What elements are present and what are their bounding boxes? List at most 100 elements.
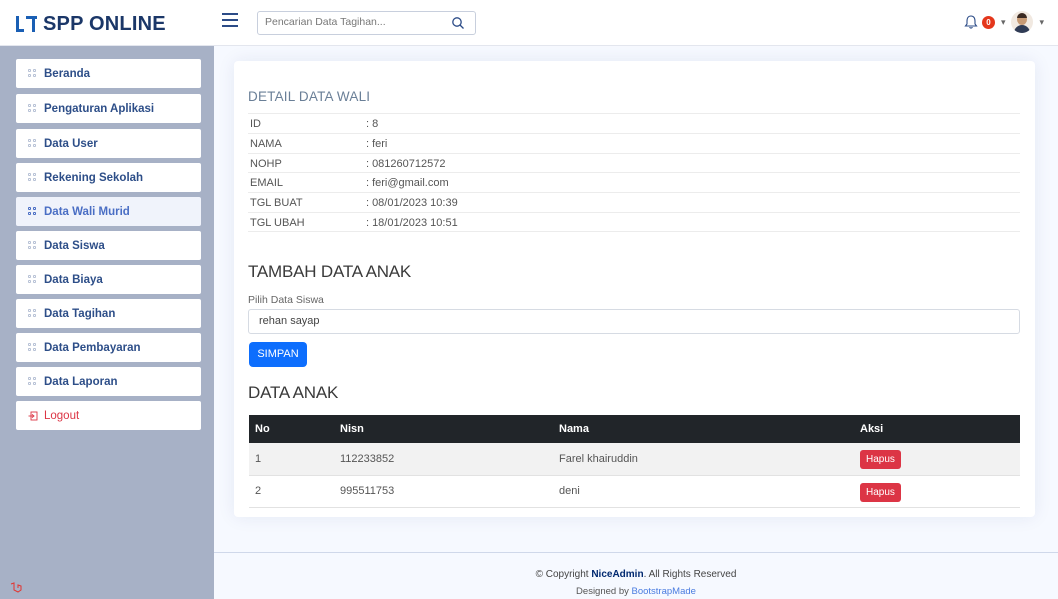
detail-table: ID 8 NAMA feri NOHP 081260712572 EMAIL f… <box>248 113 1020 232</box>
cell-action: Hapus <box>854 475 1020 508</box>
sidebar-item-label: Beranda <box>44 67 91 80</box>
sidebar-item-data-user[interactable]: Data User <box>16 129 201 158</box>
credits-prefix: Designed by <box>576 586 632 597</box>
sidebar-item-label: Data Laporan <box>44 375 118 388</box>
sidebar-item-label: Data User <box>44 137 98 150</box>
student-select-label: Pilih Data Siswa <box>248 294 324 306</box>
table-header-row: No Nisn Nama Aksi <box>249 415 1020 443</box>
copyright-prefix: © Copyright <box>535 569 592 580</box>
chevron-down-icon[interactable]: ▾ <box>1001 17 1006 28</box>
column-header: Nama <box>553 415 854 443</box>
cell-no: 2 <box>249 475 334 508</box>
delete-button[interactable]: Hapus <box>860 482 901 502</box>
detail-value: 18/01/2023 10:51 <box>366 217 458 229</box>
bell-icon[interactable] <box>964 14 978 30</box>
detail-key: ID <box>250 118 261 130</box>
sidebar-item-label: Pengaturan Aplikasi <box>44 102 155 115</box>
cell-action: Hapus <box>854 443 1020 476</box>
grid-icon <box>28 172 38 183</box>
detail-value: 08/01/2023 10:39 <box>366 197 458 209</box>
detail-key: NAMA <box>250 137 282 150</box>
grid-icon <box>28 376 38 387</box>
sidebar-item-data-tagihan[interactable]: Data Tagihan <box>16 299 201 328</box>
sidebar: Beranda Pengaturan Aplikasi Data User Re… <box>0 46 214 599</box>
brand-name: NiceAdmin <box>591 569 644 580</box>
app-logo[interactable]: SPP ONLINE <box>16 11 166 37</box>
search-input[interactable] <box>265 16 445 28</box>
footer: © Copyright NiceAdmin. All Rights Reserv… <box>214 552 1058 599</box>
sidebar-item-label: Rekening Sekolah <box>44 171 144 184</box>
cell-no: 1 <box>249 443 334 476</box>
grid-icon <box>28 342 38 353</box>
sidebar-item-data-siswa[interactable]: Data Siswa <box>16 231 201 260</box>
detail-row: TGL UBAH 18/01/2023 10:51 <box>248 211 1020 232</box>
sidebar-item-label: Data Pembayaran <box>44 341 141 354</box>
app-logo-text: SPP ONLINE <box>43 12 166 35</box>
column-header: Nisn <box>334 415 553 443</box>
cell-nama: Farel khairuddin <box>553 443 854 476</box>
search-bar <box>257 11 476 35</box>
detail-key: NOHP <box>250 157 282 170</box>
grid-icon <box>28 308 38 319</box>
delete-button[interactable]: Hapus <box>860 450 901 470</box>
children-title: DATA ANAK <box>248 383 339 402</box>
sidebar-item-label: Data Biaya <box>44 273 103 286</box>
sidebar-item-label: Logout <box>44 409 80 422</box>
sidebar-item-logout[interactable]: Logout <box>16 401 201 430</box>
cell-nama: deni <box>553 475 854 508</box>
logout-icon <box>28 411 38 420</box>
avatar[interactable] <box>1011 11 1034 33</box>
detail-value: feri <box>366 138 387 150</box>
detail-key: EMAIL <box>250 177 284 190</box>
search-icon[interactable] <box>451 16 465 30</box>
laravel-icon[interactable] <box>10 582 22 594</box>
detail-row: EMAIL feri@gmail.com <box>248 172 1020 192</box>
sidebar-item-label: Data Tagihan <box>44 307 116 320</box>
menu-toggle-icon[interactable] <box>222 13 238 27</box>
add-child-title: TAMBAH DATA ANAK <box>248 262 412 281</box>
designer-link[interactable]: BootstrapMade <box>632 586 696 597</box>
card-title: DETAIL DATA WALI <box>248 89 371 104</box>
logo-icon <box>16 14 38 34</box>
detail-value: 081260712572 <box>366 158 445 170</box>
cell-nisn: 112233852 <box>334 443 553 476</box>
detail-value: feri@gmail.com <box>366 177 449 189</box>
save-button[interactable]: SIMPAN <box>249 342 307 367</box>
detail-key: TGL BUAT <box>250 197 303 210</box>
sidebar-item-data-wali-murid[interactable]: Data Wali Murid <box>16 197 201 226</box>
grid-icon <box>28 206 38 217</box>
chevron-down-icon[interactable]: ▾ <box>1039 17 1044 28</box>
detail-row: NAMA feri <box>248 132 1020 153</box>
top-header: SPP ONLINE 0 ▾ ▾ <box>0 0 1058 46</box>
detail-row: TGL BUAT 08/01/2023 10:39 <box>248 192 1020 212</box>
main-content: DETAIL DATA WALI ID 8 NAMA feri NOHP 081… <box>214 46 1058 599</box>
cell-nisn: 995511753 <box>334 475 553 508</box>
detail-card: DETAIL DATA WALI ID 8 NAMA feri NOHP 081… <box>234 61 1035 517</box>
detail-value: 8 <box>366 118 378 130</box>
detail-row: ID 8 <box>248 113 1020 133</box>
sidebar-item-rekening-sekolah[interactable]: Rekening Sekolah <box>16 163 201 192</box>
table-row: 1 112233852 Farel khairuddin Hapus <box>249 443 1020 476</box>
sidebar-item-data-laporan[interactable]: Data Laporan <box>16 367 201 396</box>
sidebar-item-data-biaya[interactable]: Data Biaya <box>16 265 201 294</box>
detail-key: TGL UBAH <box>250 216 305 229</box>
detail-row: NOHP 081260712572 <box>248 152 1020 173</box>
column-header: No <box>249 415 334 443</box>
grid-icon <box>28 274 38 285</box>
credits-text: Designed by BootstrapMade <box>214 586 1058 597</box>
sidebar-item-data-pembayaran[interactable]: Data Pembayaran <box>16 333 201 362</box>
grid-icon <box>28 240 38 251</box>
sidebar-item-beranda[interactable]: Beranda <box>16 59 201 88</box>
notification-badge[interactable]: 0 <box>981 15 995 29</box>
grid-icon <box>28 138 38 149</box>
children-table: No Nisn Nama Aksi 1 112233852 Farel khai… <box>249 415 1020 508</box>
grid-icon <box>28 103 38 114</box>
copyright-suffix: . All Rights Reserved <box>643 569 737 580</box>
sidebar-item-label: Data Siswa <box>44 239 105 252</box>
copyright-text: © Copyright NiceAdmin. All Rights Reserv… <box>214 569 1058 580</box>
sidebar-item-label: Data Wali Murid <box>44 205 130 218</box>
sidebar-item-pengaturan-aplikasi[interactable]: Pengaturan Aplikasi <box>16 94 201 123</box>
table-row: 2 995511753 deni Hapus <box>249 475 1020 508</box>
student-select[interactable]: rehan sayap <box>248 309 1020 334</box>
column-header: Aksi <box>854 415 1020 443</box>
